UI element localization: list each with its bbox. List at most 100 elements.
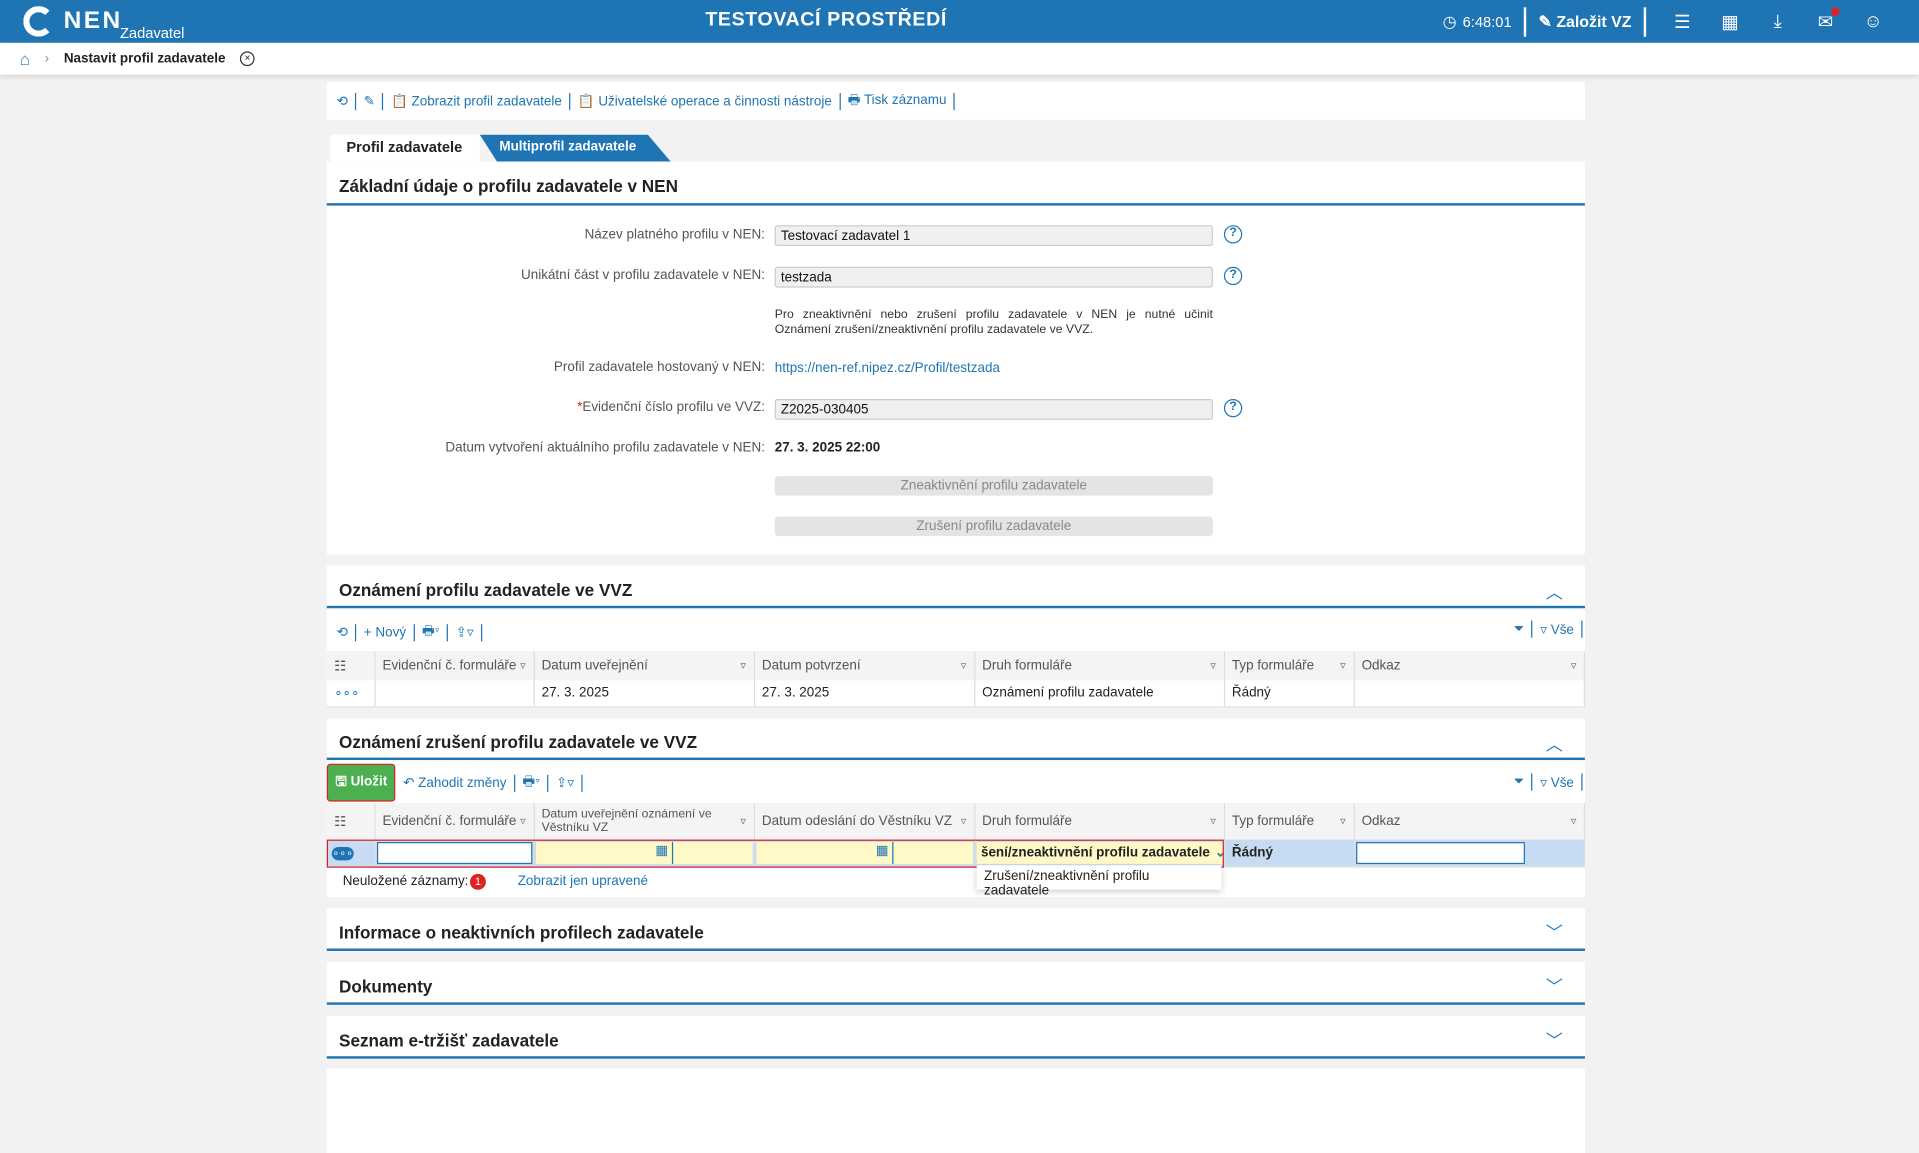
cancel-notice-section: Oznámení zrušení profilu zadavatele ve V… bbox=[326, 718, 1585, 898]
export-icon[interactable]: ⇪▿ bbox=[556, 775, 574, 791]
section-title: Seznam e-tržišť zadavatele bbox=[339, 1030, 559, 1051]
clock-icon: ◷ bbox=[1442, 11, 1457, 30]
help-icon[interactable]: ? bbox=[1223, 398, 1243, 418]
publish-date-input[interactable]: ▦ bbox=[535, 841, 753, 864]
deactivation-note: Pro zneaktivnění nebo zrušení profilu za… bbox=[774, 308, 1213, 337]
chevron-down-icon[interactable]: ﹀ bbox=[1546, 920, 1563, 944]
print-icon[interactable]: 🖶▿ bbox=[522, 771, 540, 794]
evid-number-field[interactable]: Z2025-030405 bbox=[774, 398, 1213, 420]
filter-all-button[interactable]: ▿ Vše bbox=[1540, 621, 1574, 637]
chevron-up-icon[interactable]: ︿ bbox=[1546, 580, 1563, 604]
new-button[interactable]: + Nový bbox=[364, 625, 406, 640]
name-label: Název platného profilu v NEN: bbox=[584, 227, 765, 243]
chevron-down-icon[interactable]: ﹀ bbox=[1546, 974, 1563, 998]
sent-date-input[interactable]: ▦ bbox=[755, 841, 973, 864]
chevron-up-icon[interactable]: ︿ bbox=[1546, 732, 1563, 756]
creation-date: 27. 3. 2025 22:00 bbox=[774, 440, 881, 456]
column-header[interactable]: Druh formuláře ▿ bbox=[974, 651, 1225, 681]
deactivate-profile-button[interactable]: Zneaktivnění profilu zadavatele bbox=[774, 476, 1213, 496]
filter-all-button[interactable]: ▿ Vše bbox=[1540, 774, 1574, 790]
column-header[interactable]: Evidenční č. formuláře ▿ bbox=[374, 802, 535, 840]
edit-icon: ✎ bbox=[1538, 11, 1557, 30]
export-icon[interactable]: ⇪▿ bbox=[456, 624, 474, 640]
menu-icon[interactable]: ☰ bbox=[1658, 10, 1706, 33]
section-title: Dokumenty bbox=[339, 976, 433, 997]
notice-table: ☷ Evidenční č. formuláře ▿ Datum uveřejně… bbox=[326, 651, 1585, 707]
user-icon[interactable]: ☺ bbox=[1849, 11, 1897, 32]
empty-panel bbox=[326, 1068, 1585, 1153]
top-header: NEN Zadavatel TESTOVACÍ PROSTŘEDÍ ◷ 6:48… bbox=[0, 0, 1919, 43]
edit-row[interactable]: ∘∘∘ ▦ ▦ šení/zneaktivnění profilu zadava… bbox=[326, 839, 1585, 868]
row-actions-icon[interactable]: ∘∘∘ bbox=[331, 846, 354, 861]
session-time: 6:48:01 bbox=[1462, 12, 1512, 30]
tab-profil-zadavatele[interactable]: Profil zadavatele bbox=[330, 134, 480, 162]
cancel-notice-table: ☷ Evidenční č. formuláře ▿ Datum uveřejně… bbox=[326, 802, 1585, 868]
help-icon[interactable]: ? bbox=[1223, 266, 1243, 286]
section-title: Informace o neaktivních profilech zadava… bbox=[339, 922, 704, 943]
breadcrumb: ⌂ › Nastavit profil zadavatele × bbox=[0, 42, 1919, 75]
home-icon[interactable]: ⌂ bbox=[20, 49, 30, 69]
column-header[interactable]: Typ formuláře ▿ bbox=[1223, 651, 1355, 681]
filter-icon[interactable]: ⏷ bbox=[1514, 621, 1525, 637]
edit-icon[interactable]: ✎ bbox=[364, 93, 375, 109]
date-label: Datum vytvoření aktuálního profilu zadav… bbox=[445, 440, 765, 456]
e-markets-section[interactable]: Seznam e-tržišť zadavatele ﹀ bbox=[326, 1015, 1585, 1059]
help-icon[interactable]: ? bbox=[1223, 225, 1243, 244]
print-record-link[interactable]: 🖶 Tisk záznamu bbox=[848, 89, 947, 112]
dropdown-option[interactable]: Zrušení/zneaktivnění profilu zadavatele bbox=[976, 865, 1222, 898]
cancel-profile-button[interactable]: Zrušení profilu zadavatele bbox=[774, 516, 1213, 537]
calendar-icon[interactable]: ▦ bbox=[1706, 10, 1754, 33]
inactive-profiles-section[interactable]: Informace o neaktivních profilech zadava… bbox=[326, 908, 1585, 951]
section-title: Základní údaje o profilu zadavatele v NE… bbox=[339, 176, 679, 196]
column-header[interactable]: Datum uveřejnění ▿ bbox=[533, 651, 755, 681]
breadcrumb-current: Nastavit profil zadavatele bbox=[63, 51, 226, 67]
column-header[interactable]: Datum uveřejnění oznámení ve Věstníku VZ… bbox=[533, 802, 755, 840]
tab-multiprofil[interactable]: Multiprofil zadavatele bbox=[479, 134, 671, 162]
calendar-icon[interactable]: ▦ bbox=[655, 841, 674, 864]
unique-label: Unikátní část v profilu zadavatele v NEN… bbox=[520, 268, 765, 283]
evid-label: *Evidenční číslo profilu ve VVZ: bbox=[577, 400, 765, 415]
form-type-select[interactable]: šení/zneaktivnění profilu zadavatele⌄ bbox=[976, 841, 1223, 864]
profile-name-field[interactable]: Testovací zadavatel 1 bbox=[774, 225, 1213, 247]
unique-part-field[interactable]: testzada bbox=[774, 266, 1213, 288]
filter-icon[interactable]: ⏷ bbox=[1514, 774, 1525, 790]
column-header[interactable]: Evidenční č. formuláře ▿ bbox=[374, 651, 535, 681]
unsaved-label: Neuložené záznamy: bbox=[342, 873, 469, 889]
column-header[interactable]: Datum potvrzení ▿ bbox=[753, 651, 975, 681]
chevron-down-icon[interactable]: ⌄ bbox=[1210, 845, 1222, 861]
download-icon[interactable]: ⤓ bbox=[1754, 11, 1802, 32]
discard-changes-button[interactable]: ↶ Zahodit změny bbox=[403, 775, 506, 791]
basic-info-section: Základní údaje o profilu zadavatele v NE… bbox=[326, 161, 1585, 555]
column-settings-icon[interactable]: ☷ bbox=[326, 802, 376, 840]
evid-number-input[interactable] bbox=[376, 841, 532, 864]
section-title: Oznámení profilu zadavatele ve VVZ bbox=[339, 580, 633, 600]
user-operations-link[interactable]: 📋 Uživatelské operace a činnosti nástroj… bbox=[578, 93, 832, 109]
environment-title: TESTOVACÍ PROSTŘEDÍ bbox=[705, 9, 947, 31]
chevron-down-icon[interactable]: ﹀ bbox=[1546, 1028, 1563, 1052]
documents-section[interactable]: Dokumenty ﹀ bbox=[326, 961, 1585, 1005]
create-vz-button[interactable]: ✎ Založit VZ bbox=[1539, 12, 1632, 32]
save-button[interactable]: 🖫 Uložit bbox=[326, 763, 396, 802]
link-input[interactable] bbox=[1355, 841, 1525, 864]
close-tab-icon[interactable]: × bbox=[240, 51, 255, 67]
refresh-icon[interactable]: ⟲ bbox=[337, 624, 348, 640]
column-header[interactable]: Odkaz ▿ bbox=[1353, 651, 1585, 681]
unsaved-count-badge: 1 bbox=[469, 873, 486, 890]
row-actions-icon[interactable]: ∘∘∘ bbox=[326, 680, 376, 707]
show-profile-link[interactable]: 📋 Zobrazit profil zadavatele bbox=[391, 93, 562, 109]
main-toolbar: ⟲ ✎ 📋 Zobrazit profil zadavatele 📋 Uživa… bbox=[326, 82, 1585, 120]
mail-icon[interactable]: ✉ bbox=[1802, 6, 1850, 32]
table-row[interactable]: ∘∘∘ 27. 3. 2025 27. 3. 2025 Oznámení pro… bbox=[326, 680, 1585, 707]
calendar-icon[interactable]: ▦ bbox=[876, 841, 894, 864]
hosted-profile-link[interactable]: https://nen-ref.nipez.cz/Profil/testzada bbox=[775, 361, 1000, 376]
column-header[interactable]: Odkaz ▿ bbox=[1353, 802, 1585, 840]
column-header[interactable]: Druh formuláře ▿ bbox=[974, 802, 1225, 840]
refresh-icon[interactable]: ⟲ bbox=[337, 93, 348, 109]
column-settings-icon[interactable]: ☷ bbox=[326, 651, 376, 681]
section-title: Oznámení zrušení profilu zadavatele ve V… bbox=[339, 731, 698, 752]
print-icon[interactable]: 🖶▿ bbox=[422, 621, 440, 644]
column-header[interactable]: Datum odeslání do Věstníku VZ ▿ bbox=[753, 802, 975, 840]
show-modified-link[interactable]: Zobrazit jen upravené bbox=[518, 874, 648, 889]
chevron-right-icon: › bbox=[44, 51, 50, 67]
column-header[interactable]: Typ formuláře ▿ bbox=[1223, 802, 1355, 840]
